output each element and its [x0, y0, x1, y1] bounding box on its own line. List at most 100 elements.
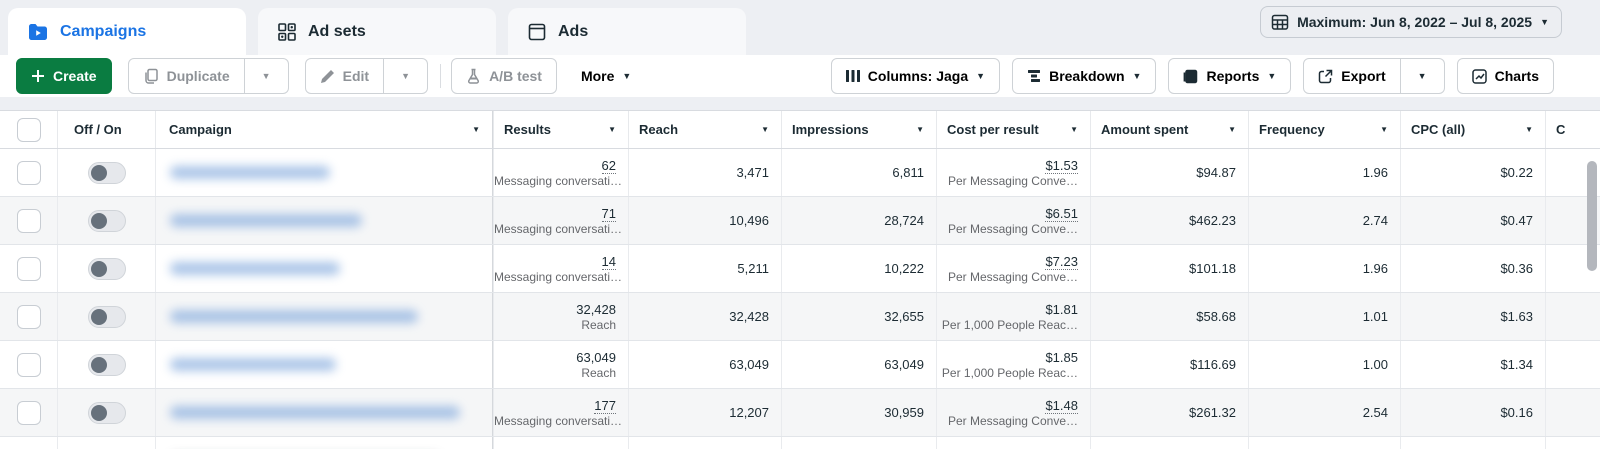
row-impressions-cell: 63,049: [781, 341, 936, 388]
results-sub-label: Messaging conversati…: [494, 173, 623, 188]
row-toggle-cell: [57, 245, 155, 292]
campaign-off-on-toggle[interactable]: [87, 257, 126, 280]
row-results-cell: 62 Messaging conversati…: [493, 149, 628, 196]
export-dropdown-button[interactable]: ▼: [1400, 58, 1445, 94]
campaign-off-on-toggle[interactable]: [87, 209, 126, 232]
header-results[interactable]: Results ▼: [493, 111, 628, 148]
tab-campaigns[interactable]: Campaigns: [8, 8, 246, 55]
row-amount-spent-cell: $462.23: [1090, 197, 1248, 244]
campaign-name-link-redacted[interactable]: [170, 358, 336, 371]
toolbar: Create Duplicate ▼ Edit ▼ A/B test More …: [0, 55, 1600, 97]
more-button[interactable]: More ▼: [571, 58, 641, 94]
campaign-off-on-toggle[interactable]: [87, 353, 126, 376]
campaign-off-on-toggle[interactable]: [87, 305, 126, 328]
cost-per-result-value: $1.53: [1045, 157, 1078, 174]
sort-caret-icon[interactable]: ▼: [1380, 125, 1388, 134]
amount-spent-value: $94.87: [1196, 165, 1236, 180]
duplicate-dropdown-button[interactable]: ▼: [244, 58, 289, 94]
sort-caret-icon[interactable]: ▼: [472, 125, 480, 134]
header-cpc-all-label: CPC (all): [1411, 122, 1466, 137]
results-value: 14: [601, 253, 616, 270]
campaign-name-link-redacted[interactable]: [170, 262, 340, 275]
header-cpc-all[interactable]: CPC (all) ▼: [1400, 111, 1545, 148]
campaign-name-link-redacted[interactable]: [170, 406, 460, 419]
sort-caret-icon[interactable]: ▼: [608, 125, 616, 134]
sort-caret-icon[interactable]: ▼: [916, 125, 924, 134]
results-sub-label: Messaging conversati…: [494, 413, 623, 428]
row-impressions-cell: 28,724: [781, 197, 936, 244]
ads-page-icon: [528, 23, 546, 41]
header-frequency[interactable]: Frequency ▼: [1248, 111, 1400, 148]
charts-button[interactable]: Charts: [1456, 58, 1554, 94]
row-impressions-cell: 6,811: [781, 149, 936, 196]
campaign-off-on-toggle[interactable]: [87, 161, 126, 184]
cost-per-result-sub-label: Per Messaging Conve…: [947, 269, 1078, 284]
date-range-selector[interactable]: Maximum: Jun 8, 2022 – Jul 8, 2025 ▼: [1260, 6, 1562, 38]
plus-icon: [31, 69, 45, 83]
row-campaign-cell: [155, 245, 493, 292]
campaign-off-on-toggle[interactable]: [87, 401, 126, 424]
row-checkbox[interactable]: [16, 160, 41, 185]
chevron-down-icon: ▼: [622, 70, 632, 81]
columns-button[interactable]: Columns: Jaga ▼: [830, 58, 1001, 94]
row-checkbox[interactable]: [16, 256, 41, 281]
row-checkbox[interactable]: [16, 352, 41, 377]
reports-button[interactable]: Reports ▼: [1168, 58, 1292, 94]
export-button[interactable]: Export: [1303, 58, 1401, 94]
duplicate-button-label: Duplicate: [166, 68, 230, 84]
header-reach[interactable]: Reach ▼: [628, 111, 781, 148]
export-split-button: Export ▼: [1303, 58, 1445, 94]
sort-caret-icon[interactable]: ▼: [1525, 125, 1533, 134]
tab-ad-sets[interactable]: Ad sets: [258, 8, 496, 55]
row-checkbox[interactable]: [16, 400, 41, 425]
header-cost-per-result[interactable]: Cost per result ▼: [936, 111, 1090, 148]
row-cpc-cell: [1400, 437, 1545, 449]
select-all-checkbox[interactable]: [16, 117, 41, 142]
chevron-down-icon: ▼: [1417, 70, 1427, 81]
campaign-name-link-redacted[interactable]: [170, 214, 362, 227]
columns-button-label: Columns: Jaga: [867, 68, 969, 84]
edit-dropdown-button[interactable]: ▼: [384, 58, 429, 94]
sort-caret-icon[interactable]: ▼: [761, 125, 769, 134]
impressions-value: 30,959: [884, 405, 924, 420]
frequency-value: 2.74: [1362, 213, 1388, 228]
header-impressions[interactable]: Impressions ▼: [781, 111, 936, 148]
header-amount-spent[interactable]: Amount spent ▼: [1090, 111, 1248, 148]
cost-per-result-value: $6.51: [1045, 205, 1078, 222]
tab-ads[interactable]: Ads: [508, 8, 746, 55]
row-cost-cell: [936, 437, 1090, 449]
campaigns-table: Off / On Campaign ▼ Results ▼ Reach ▼ Im…: [0, 110, 1600, 449]
row-checkbox[interactable]: [16, 304, 41, 329]
row-checkbox[interactable]: [16, 208, 41, 233]
campaign-name-link-redacted[interactable]: [170, 166, 330, 179]
header-campaign[interactable]: Campaign ▼: [155, 111, 493, 148]
vertical-scrollbar[interactable]: [1587, 161, 1597, 271]
table-body: 62 Messaging conversati… 3,471 6,811 $1.…: [0, 149, 1600, 449]
row-checkbox-cell: [0, 149, 57, 196]
row-cost-cell: $1.48 Per Messaging Conve…: [936, 389, 1090, 436]
edit-button[interactable]: Edit: [304, 58, 385, 94]
row-reach-cell: 12,207: [628, 389, 781, 436]
campaign-name-link-redacted[interactable]: [170, 310, 418, 323]
sort-caret-icon[interactable]: ▼: [1070, 125, 1078, 134]
amount-spent-value: $116.69: [1189, 357, 1236, 372]
row-frequency-cell: 2.54: [1248, 389, 1400, 436]
results-value: 177: [594, 397, 616, 414]
header-select-all-cell: [0, 111, 57, 148]
row-amount-spent-cell: [1090, 437, 1248, 449]
frequency-value: 1.96: [1362, 261, 1388, 276]
breakdown-button[interactable]: Breakdown ▼: [1012, 58, 1157, 94]
row-campaign-cell: [155, 293, 493, 340]
header-amount-spent-label: Amount spent: [1101, 122, 1189, 137]
more-button-label: More: [580, 68, 615, 84]
ab-test-button[interactable]: A/B test: [451, 58, 557, 94]
duplicate-button[interactable]: Duplicate: [127, 58, 245, 94]
export-icon: [1318, 69, 1333, 84]
sort-caret-icon[interactable]: ▼: [1228, 125, 1236, 134]
row-checkbox-cell: [0, 293, 57, 340]
edit-split-button: Edit ▼: [304, 58, 429, 94]
create-button[interactable]: Create: [16, 58, 112, 94]
row-frequency-cell: [1248, 437, 1400, 449]
toolbar-table-gap: [0, 97, 1600, 110]
row-checkbox-cell: [0, 245, 57, 292]
